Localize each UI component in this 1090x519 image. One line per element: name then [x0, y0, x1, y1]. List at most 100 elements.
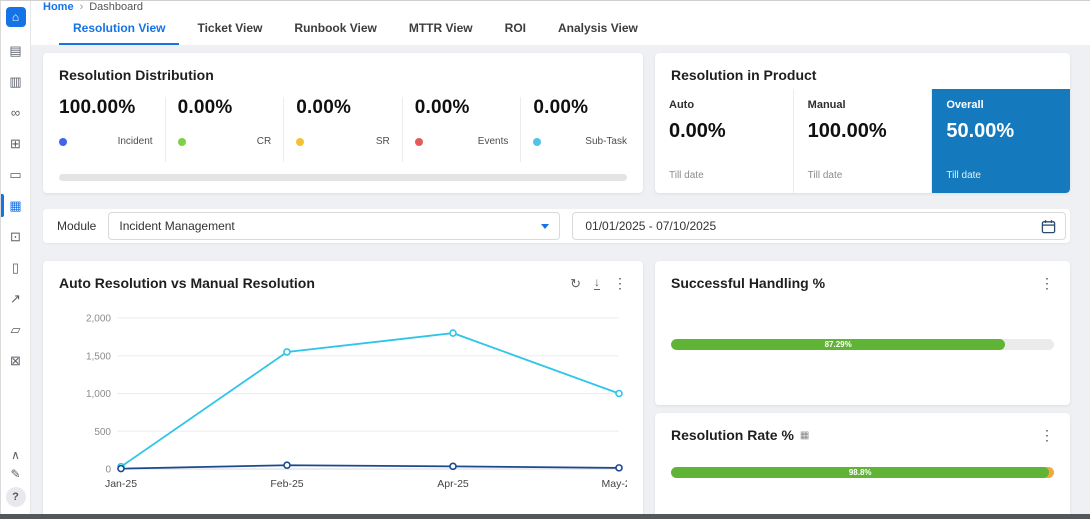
svg-text:Feb-25: Feb-25: [270, 478, 303, 490]
stat-value: 0.00%: [296, 97, 390, 119]
sidebar-item-monitor[interactable]: ▭: [1, 159, 30, 190]
analytics-icon: ↗: [10, 291, 21, 307]
svg-text:Apr-25: Apr-25: [437, 478, 469, 490]
sidebar-item-automation[interactable]: ∞: [1, 97, 30, 128]
sidebar-item-tickets[interactable]: ▤: [1, 35, 30, 66]
sidebar-item-runbooks[interactable]: ▥: [1, 66, 30, 97]
line-chart: 05001,0001,5002,000Jan-25Feb-25Apr-25May…: [59, 295, 627, 505]
svg-text:500: 500: [94, 427, 111, 438]
product-label: Overall: [946, 99, 1056, 111]
tab-runbook-view[interactable]: Runbook View: [280, 13, 390, 45]
automation-icon: ∞: [11, 105, 20, 120]
sidebar-item-analytics[interactable]: ↗: [1, 283, 30, 314]
stat-label: SR: [376, 136, 390, 147]
stat-label: Sub-Task: [585, 136, 627, 147]
successful-handling-bar-track: 87.29%: [671, 339, 1054, 350]
breadcrumb-home-link[interactable]: Home: [43, 1, 74, 13]
sidebar-bottom: ∧ ✎ ?: [6, 449, 26, 519]
stat-dot-4: [533, 138, 541, 146]
product-col-auto[interactable]: Auto 0.00% Till date: [655, 89, 794, 193]
sidebar-item-settings[interactable]: ⊠: [1, 345, 30, 376]
breadcrumb-current: Dashboard: [89, 1, 143, 13]
collapse-icon[interactable]: ∧: [11, 449, 20, 461]
resolution-rate-bar-track: 98.8%: [671, 467, 1054, 478]
resolution-rate-title: Resolution Rate %: [671, 427, 794, 443]
product-value: 0.00%: [669, 120, 779, 143]
svg-text:May-25: May-25: [601, 478, 627, 490]
product-caption: Till date: [946, 170, 1056, 185]
sidebar-item-apps[interactable]: ⊞: [1, 128, 30, 159]
stat-value: 0.00%: [178, 97, 272, 119]
successful-handling-card: Successful Handling % ⋮ 87.29%: [655, 261, 1070, 405]
kebab-menu-icon[interactable]: ⋮: [1040, 276, 1054, 290]
stat-events: 0.00% Events: [415, 97, 522, 162]
tab-analysis-view[interactable]: Analysis View: [544, 13, 652, 45]
product-caption: Till date: [808, 170, 918, 185]
successful-handling-title: Successful Handling %: [671, 275, 825, 291]
archive-icon: ▯: [12, 260, 19, 276]
product-caption: Till date: [669, 170, 779, 185]
filter-bar: Module Incident Management 01/01/2025 - …: [43, 209, 1070, 243]
product-col-overall[interactable]: Overall 50.00% Till date: [932, 89, 1070, 193]
horizontal-scrollbar[interactable]: [59, 174, 627, 181]
svg-text:2,000: 2,000: [86, 314, 111, 325]
integrations-icon: ⊡: [10, 229, 21, 245]
tab-mttr-view[interactable]: MTTR View: [395, 13, 487, 45]
sidebar-item-dashboard[interactable]: ▦: [1, 190, 30, 221]
download-icon[interactable]: ↓: [594, 276, 600, 290]
product-value: 50.00%: [946, 120, 1056, 143]
tab-ticket-view[interactable]: Ticket View: [183, 13, 276, 45]
monitor-icon: ▭: [9, 167, 21, 183]
help-icon[interactable]: ?: [6, 487, 26, 507]
date-range-value: 01/01/2025 - 07/10/2025: [585, 219, 716, 233]
app-logo-icon[interactable]: ⌂: [6, 7, 26, 27]
stat-label: Incident: [118, 136, 153, 147]
successful-handling-bar-fill: 87.29%: [671, 339, 1005, 350]
sidebar-item-integrations[interactable]: ⊡: [1, 221, 30, 252]
module-select[interactable]: Incident Management: [108, 212, 560, 240]
settings-icon: ⊠: [10, 353, 21, 369]
resolution-in-product-card: Resolution in Product Auto 0.00% Till da…: [655, 53, 1070, 193]
sidebar: ⌂ ▤ ▥ ∞ ⊞ ▭ ▦ ⊡ ▯ ↗ ▱ ⊠ ∧ ✎ ?: [1, 1, 31, 519]
product-columns: Auto 0.00% Till date Manual 100.00% Till…: [655, 89, 1070, 193]
resolution-rate-bar-fill: 98.8%: [671, 467, 1049, 478]
product-value: 100.00%: [808, 120, 918, 143]
main-area: Home › Dashboard Resolution View Ticket …: [31, 1, 1090, 519]
stat-cr: 0.00% CR: [178, 97, 285, 162]
bottom-cards-row: Auto Resolution vs Manual Resolution ↻ ↓…: [43, 261, 1070, 519]
stat-value: 100.00%: [59, 97, 153, 119]
product-col-manual[interactable]: Manual 100.00% Till date: [794, 89, 933, 193]
product-label: Auto: [669, 99, 779, 111]
distribution-stats: 100.00% Incident 0.00% CR 0.00% SR 0.0: [59, 97, 627, 162]
tab-resolution-view[interactable]: Resolution View: [59, 13, 179, 45]
stat-dot-0: [59, 138, 67, 146]
stat-label: Events: [478, 136, 509, 147]
auto-vs-manual-chart-card: Auto Resolution vs Manual Resolution ↻ ↓…: [43, 261, 643, 519]
resolution-distribution-title: Resolution Distribution: [59, 67, 627, 83]
date-range-input[interactable]: 01/01/2025 - 07/10/2025: [572, 212, 1066, 240]
kebab-menu-icon[interactable]: ⋮: [1040, 428, 1054, 442]
stat-dot-2: [296, 138, 304, 146]
breadcrumb: Home › Dashboard: [31, 1, 1090, 13]
chevron-down-icon: [541, 224, 549, 229]
edit-icon[interactable]: ✎: [10, 468, 20, 480]
kebab-menu-icon[interactable]: ⋮: [613, 276, 627, 290]
tab-roi[interactable]: ROI: [491, 13, 540, 45]
info-icon[interactable]: ▦: [800, 430, 809, 441]
stat-value: 0.00%: [415, 97, 509, 119]
module-select-value: Incident Management: [119, 219, 234, 233]
app-window: ⌂ ▤ ▥ ∞ ⊞ ▭ ▦ ⊡ ▯ ↗ ▱ ⊠ ∧ ✎ ? Home › Das…: [0, 0, 1090, 519]
svg-text:Jan-25: Jan-25: [105, 478, 137, 490]
sidebar-item-reports[interactable]: ▱: [1, 314, 30, 345]
stat-dot-3: [415, 138, 423, 146]
refresh-icon[interactable]: ↻: [570, 277, 581, 290]
sidebar-item-archive[interactable]: ▯: [1, 252, 30, 283]
right-cards-column: Successful Handling % ⋮ 87.29% Resolutio…: [655, 261, 1070, 519]
calendar-icon[interactable]: [1041, 219, 1056, 234]
sidebar-nav: ▤ ▥ ∞ ⊞ ▭ ▦ ⊡ ▯ ↗ ▱ ⊠: [1, 35, 30, 376]
apps-icon: ⊞: [10, 136, 21, 152]
stat-incident: 100.00% Incident: [59, 97, 166, 162]
module-label: Module: [57, 219, 96, 233]
dashboard-content: Resolution Distribution 100.00% Incident…: [31, 45, 1090, 519]
resolution-rate-card: Resolution Rate % ▦ ⋮ 98.8%: [655, 413, 1070, 519]
